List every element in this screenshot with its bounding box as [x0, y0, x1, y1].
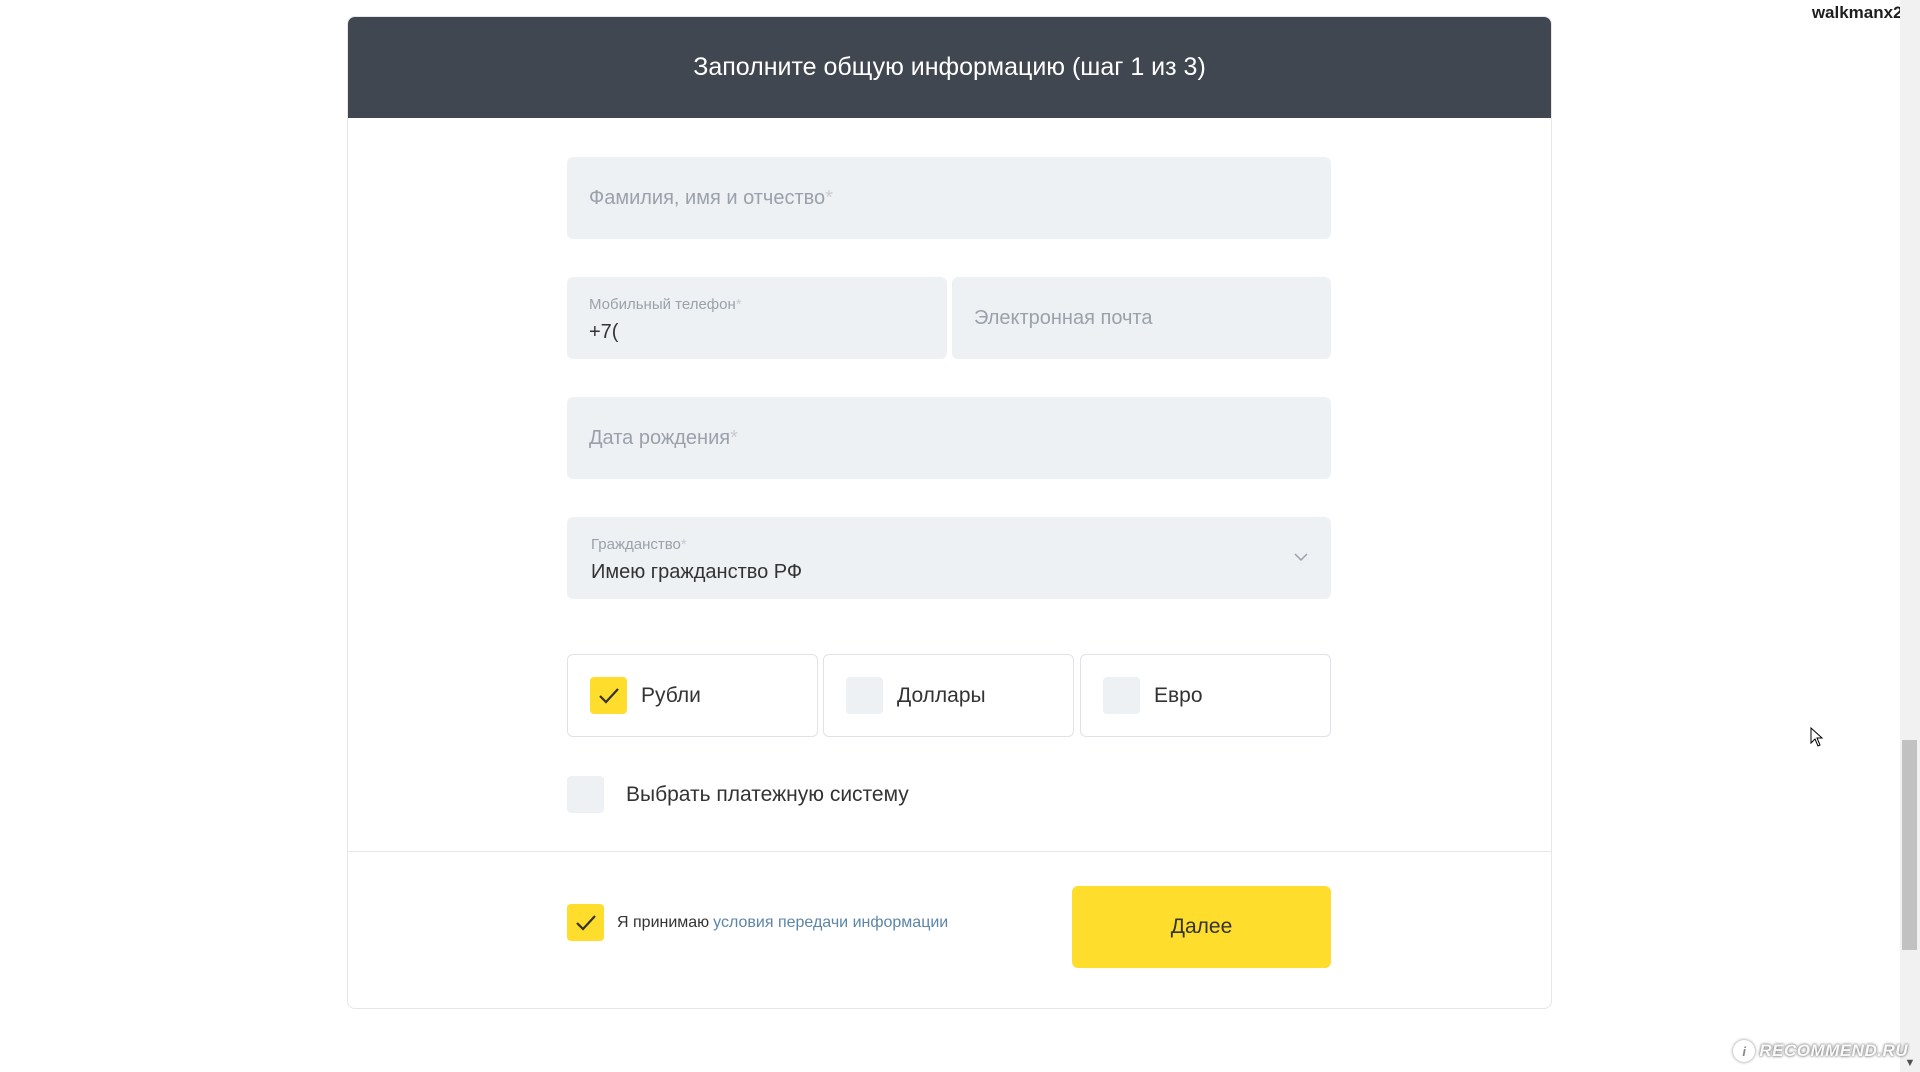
full-name-placeholder: Фамилия, имя и отчество [589, 187, 826, 209]
birth-date-input[interactable]: Дата рождения* [567, 397, 1331, 479]
email-placeholder: Электронная почта [974, 307, 1153, 329]
phone-value: +7( [589, 321, 619, 343]
page-title: Заполните общую информацию (шаг 1 из 3) [693, 53, 1206, 81]
form-card: Заполните общую информацию (шаг 1 из 3) … [347, 16, 1552, 1009]
currency-label-rub: Рубли [641, 683, 701, 707]
currency-label-usd: Доллары [897, 683, 986, 707]
phone-input[interactable]: Мобильный телефон* +7( [567, 277, 947, 359]
checkbox-checked [590, 677, 627, 714]
birth-date-placeholder: Дата рождения [589, 427, 731, 449]
form-header: Заполните общую информацию (шаг 1 из 3) [348, 17, 1551, 118]
checkmark-icon [598, 687, 619, 704]
scrollbar[interactable]: ▼ [1900, 0, 1920, 1072]
checkbox-unchecked [846, 677, 883, 714]
checkbox-unchecked [1103, 677, 1140, 714]
watermark-logo-icon: i [1733, 1040, 1756, 1062]
scrollbar-thumb[interactable] [1902, 740, 1917, 950]
currency-option-rub[interactable]: Рубли [567, 654, 818, 737]
payment-system-checkbox[interactable] [567, 776, 604, 813]
divider [348, 851, 1551, 852]
phone-label: Мобильный телефон [589, 296, 736, 313]
username: walkmanx21 [1811, 3, 1912, 22]
payment-system-label: Выбрать платежную систему [626, 782, 909, 806]
terms-link[interactable]: условия передачи информации [713, 914, 948, 932]
currency-label-eur: Евро [1154, 683, 1203, 707]
agreement-checkbox[interactable] [567, 904, 604, 941]
mouse-cursor-icon [1810, 727, 1824, 747]
agreement-text: Я принимаю [617, 913, 710, 931]
required-mark: * [735, 296, 742, 313]
checkmark-icon [575, 914, 596, 931]
watermark-text: RECOMMEND.RU [1759, 1041, 1908, 1060]
next-button[interactable]: Далее [1072, 886, 1331, 968]
email-input[interactable]: Электронная почта [952, 277, 1331, 359]
currency-option-usd[interactable]: Доллары [823, 654, 1074, 737]
watermark: i RECOMMEND.RU [1733, 1040, 1908, 1062]
chevron-down-icon [1294, 553, 1308, 562]
citizenship-select[interactable]: Гражданство* Имею гражданство РФ [567, 517, 1331, 599]
payment-system-option[interactable]: Выбрать платежную систему [567, 776, 909, 813]
currency-option-eur[interactable]: Евро [1080, 654, 1331, 737]
required-mark: * [730, 427, 738, 449]
citizenship-label: Гражданство [591, 536, 681, 553]
citizenship-value: Имею гражданство РФ [591, 561, 803, 583]
required-mark: * [680, 536, 687, 553]
full-name-input[interactable]: Фамилия, имя и отчество* [567, 157, 1331, 239]
required-mark: * [825, 187, 833, 209]
agreement: Я принимаю условия передачи информации [567, 904, 948, 941]
